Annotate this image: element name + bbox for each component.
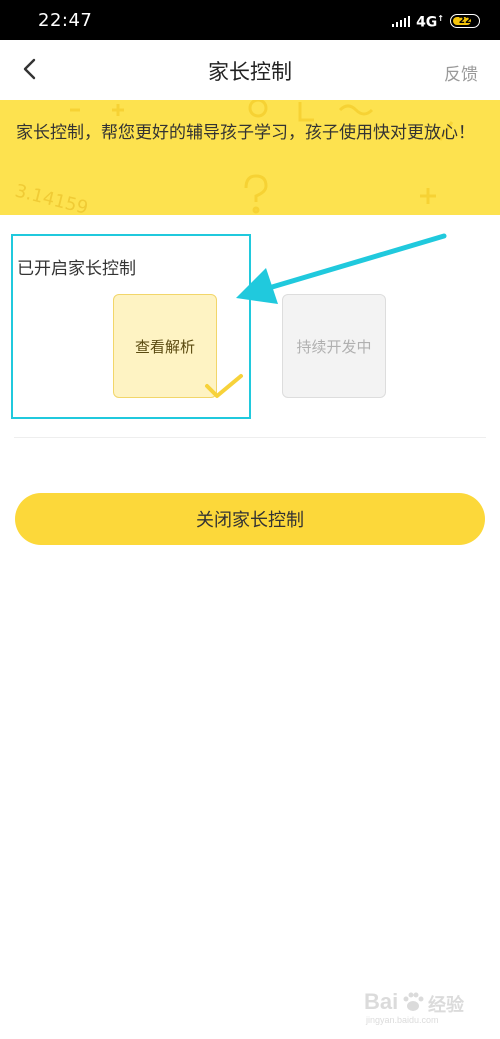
signal-icon xyxy=(392,15,411,27)
paw-icon xyxy=(403,992,424,1011)
annotation-arrow-icon xyxy=(236,233,447,304)
page-title: 家长控制 xyxy=(208,60,292,84)
close-parental-control-button[interactable]: 关闭家长控制 xyxy=(15,493,485,545)
nav-bar: 家长控制 反馈 xyxy=(0,40,500,100)
in-development-label: 持续开发中 xyxy=(296,337,372,356)
watermark: Bai 经验 jingyan.baidu.com xyxy=(364,989,484,1027)
status-icons: 4G↑ 22 xyxy=(392,11,480,31)
banner-decor-text: 3.14159 xyxy=(13,180,90,215)
watermark-suffix: 经验 xyxy=(428,995,464,1016)
divider xyxy=(14,437,486,438)
banner-text: 家长控制，帮您更好的辅导孩子学习，孩子使用快对更放心！ xyxy=(16,123,475,143)
info-banner: 3.14159 家长控制，帮您更好的辅导孩子学习，孩子使用快对更放心！ xyxy=(0,100,500,215)
battery-level: 22 xyxy=(458,15,472,26)
network-type: 4G↑ xyxy=(416,14,444,31)
watermark-url: jingyan.baidu.com xyxy=(366,1015,439,1025)
battery-icon: 22 xyxy=(450,13,480,28)
feedback-button[interactable]: 反馈 xyxy=(444,60,478,85)
watermark-logo-text: Bai xyxy=(364,989,399,1014)
network-label: 4G xyxy=(416,14,438,31)
highlight-box xyxy=(11,234,251,419)
status-bar: 22:47 4G↑ 22 xyxy=(0,0,500,40)
page: 22:47 4G↑ 22 家长控制 反馈 3.14159 家长控制，帮您更好的辅… xyxy=(0,0,500,1039)
status-time: 22:47 xyxy=(38,10,93,31)
